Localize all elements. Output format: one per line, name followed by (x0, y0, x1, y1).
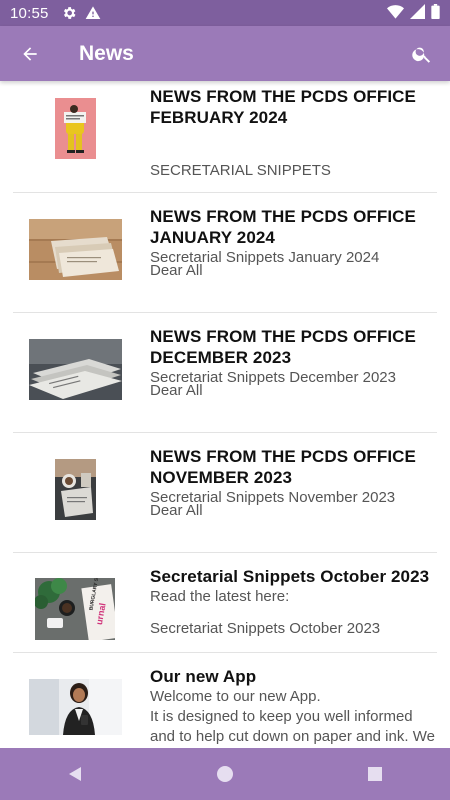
news-list: NEWS FROM THE PCDS OFFICE FEBRUARY 2024 … (0, 81, 450, 748)
system-nav-bar (0, 748, 450, 800)
status-bar: 10:55 (0, 0, 450, 26)
circle-home-icon (217, 766, 233, 782)
news-thumbnail: urnal BURGLARY SHOCK FOR (35, 578, 115, 640)
news-item-title: Our new App (150, 667, 257, 686)
news-thumbnail (29, 339, 122, 400)
news-thumbnail (29, 679, 122, 735)
news-thumbnail (29, 219, 122, 280)
news-item-february-2024[interactable]: NEWS FROM THE PCDS OFFICE FEBRUARY 2024 … (13, 81, 437, 193)
nav-recents-button[interactable] (345, 748, 405, 800)
news-item-body-line: It is designed to keep you well informed (150, 708, 413, 725)
app-bar: News (0, 26, 450, 81)
news-item-subtitle: Read the latest here: (150, 588, 290, 605)
news-item-title: NEWS FROM THE PCDS OFFICE DECEMBER 2023 (150, 327, 416, 367)
news-item-january-2024[interactable]: NEWS FROM THE PCDS OFFICE JANUARY 2024 S… (13, 193, 437, 313)
news-item-title: NEWS FROM THE PCDS OFFICE FEBRUARY 2024 (150, 87, 416, 127)
news-item-subtitle: Welcome to our new App. (150, 688, 321, 705)
search-icon (412, 47, 431, 63)
news-item-footer: Secretariat Snippets October 2023 (150, 620, 381, 637)
news-item-november-2023[interactable]: NEWS FROM THE PCDS OFFICE NOVEMBER 2023 … (13, 433, 437, 553)
news-thumbnail (55, 459, 96, 520)
battery-icon (431, 3, 440, 23)
news-item-footer: Dear All (150, 262, 203, 279)
news-item-title: NEWS FROM THE PCDS OFFICE NOVEMBER 2023 (150, 447, 416, 487)
signal-icon (410, 3, 425, 23)
news-item-our-new-app[interactable]: Our new App Welcome to our new App. It i… (13, 653, 437, 748)
news-item-footer: Dear All (150, 502, 203, 519)
news-item-title: NEWS FROM THE PCDS OFFICE JANUARY 2024 (150, 207, 416, 247)
triangle-back-icon (69, 767, 81, 781)
news-item-footer: SECRETARIAL SNIPPETS (150, 162, 331, 179)
wifi-icon (387, 4, 404, 23)
warning-icon (85, 5, 101, 21)
arrow-back-icon (23, 46, 37, 61)
page-title: News (79, 41, 134, 65)
settings-gear-icon (61, 5, 77, 21)
news-thumbnail (55, 98, 96, 159)
news-item-december-2023[interactable]: NEWS FROM THE PCDS OFFICE DECEMBER 2023 … (13, 313, 437, 433)
news-item-body-line: and to help cut down on paper and ink. W… (150, 728, 435, 745)
nav-home-button[interactable] (195, 748, 255, 800)
back-button[interactable] (0, 26, 60, 81)
news-item-footer: Dear All (150, 382, 203, 399)
news-item-title: Secretarial Snippets October 2023 (150, 567, 430, 586)
news-item-october-2023[interactable]: urnal BURGLARY SHOCK FOR Secretarial Sni… (13, 553, 437, 653)
status-time: 10:55 (10, 4, 49, 22)
nav-back-button[interactable] (45, 748, 105, 800)
search-button[interactable] (394, 26, 450, 81)
square-recents-icon (368, 767, 382, 781)
